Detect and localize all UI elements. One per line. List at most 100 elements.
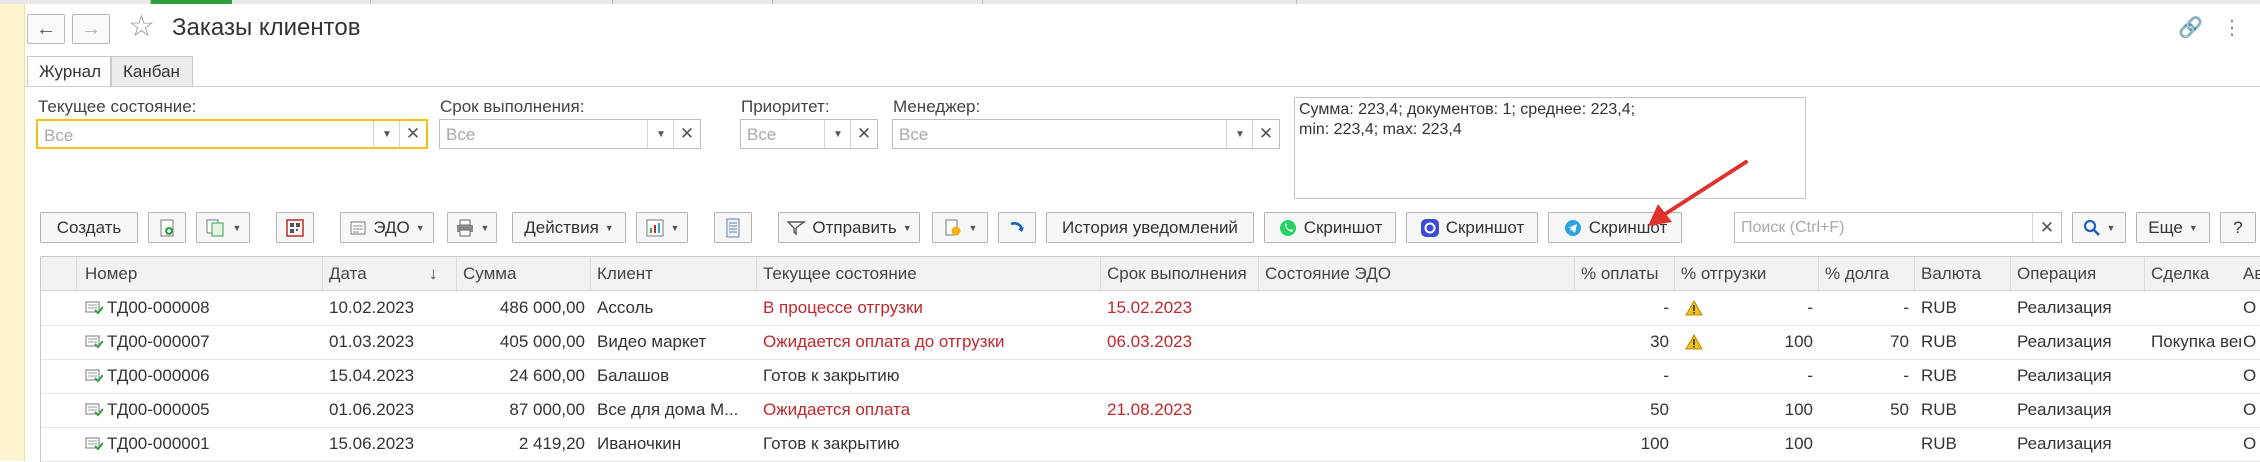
tab-kanban[interactable]: Канбан	[111, 56, 193, 87]
cell-deal	[2145, 393, 2241, 427]
chevron-down-icon: ▼	[902, 222, 912, 233]
table-row[interactable]: ТД00-000007 01.03.2023 405 000,00 Видео мар…	[41, 325, 2260, 360]
filter-deadline-combo[interactable]: Все ▼ ✕	[439, 119, 701, 149]
attachments-menu-button[interactable]: ▼	[932, 212, 988, 243]
filter-priority-placeholder: Все	[747, 125, 777, 144]
column-number[interactable]: Номер	[77, 257, 323, 290]
cell-ship: -	[1807, 366, 1813, 385]
cell-number: ТД00-000006	[107, 366, 210, 385]
cell-currency: RUB	[1921, 434, 1957, 453]
table-row[interactable]: ТД00-000006 15.04.2023 24 600,00 Балашов Гот…	[41, 359, 2260, 394]
cell-client: Балашов	[597, 366, 670, 385]
cell-deadline: 21.08.2023	[1107, 400, 1193, 419]
help-button[interactable]: ?	[2220, 212, 2256, 243]
clear-icon[interactable]: ✕	[2032, 213, 2061, 242]
chevron-down-icon[interactable]: ▼	[373, 121, 400, 147]
max-icon	[1420, 218, 1439, 237]
table-row[interactable]: ТД00-000005 01.06.2023 87 000,00 Все для до…	[41, 393, 2260, 428]
cell-operation: Реализация	[2017, 434, 2112, 453]
cell-state: Готов к закрытию	[763, 434, 900, 453]
cell-pay: -	[1663, 366, 1669, 385]
column-ship-pct[interactable]: % отгрузки	[1675, 257, 1819, 290]
filter-deadline-label: Срок выполнения:	[440, 97, 585, 116]
strip-separator	[150, 0, 151, 4]
tab-journal[interactable]: Журнал	[27, 56, 111, 87]
reports-menu-button[interactable]: ▼	[636, 212, 688, 243]
cell-operation: Реализация	[2017, 366, 2112, 385]
forward-button[interactable]: →	[72, 14, 110, 44]
edo-menu-button[interactable]: ЭДО ▼	[340, 212, 434, 243]
chevron-down-icon[interactable]: ▼	[1226, 120, 1253, 148]
more-menu-button[interactable]: Еще ▼	[2136, 212, 2210, 243]
column-client[interactable]: Клиент	[591, 257, 757, 290]
go-to-button[interactable]	[998, 212, 1036, 243]
column-pay-pct[interactable]: % оплаты	[1575, 257, 1675, 290]
link-icon[interactable]: 🔗	[2178, 15, 2203, 40]
page-title: Заказы клиентов	[172, 14, 361, 41]
screenshot-max-button[interactable]: Скриншот	[1406, 212, 1538, 243]
cell-client: Все для дома М...	[597, 400, 739, 419]
clear-icon[interactable]: ✕	[850, 120, 877, 148]
filter-manager-combo[interactable]: Все ▼ ✕	[892, 119, 1280, 149]
cell-deal: Покупка вен...	[2151, 332, 2241, 351]
chevron-down-icon[interactable]: ▼	[824, 120, 851, 148]
column-date[interactable]: Дата ↓	[323, 257, 457, 290]
filter-state-combo[interactable]: Все ▼ ✕	[36, 119, 428, 149]
cell-deal	[2145, 359, 2241, 393]
cell-date: 01.06.2023	[329, 400, 415, 419]
filter-priority-label: Приоритет:	[741, 97, 830, 116]
column-state[interactable]: Текущее состояние	[757, 257, 1101, 290]
filter-deadline-placeholder: Все	[446, 125, 476, 144]
cell-extra: О	[2243, 434, 2257, 453]
copy-menu-button[interactable]: ▼	[196, 212, 250, 243]
column-operation[interactable]: Операция	[2011, 257, 2145, 290]
table-row[interactable]: ТД00-000008 10.02.2023 486 000,00 Ассоль В п…	[41, 291, 2260, 326]
cell-debt: -	[1903, 366, 1909, 385]
structure-button[interactable]	[714, 212, 752, 243]
actions-menu-button[interactable]: Действия ▼	[512, 212, 626, 243]
copy-documents-icon	[206, 219, 224, 236]
clear-icon[interactable]: ✕	[673, 120, 700, 148]
qr-code-button[interactable]	[276, 212, 314, 243]
kebab-menu-icon[interactable]: ⋮	[2222, 15, 2242, 40]
create-button[interactable]: Создать	[40, 212, 138, 243]
print-menu-button[interactable]: ▼	[447, 212, 497, 243]
clear-icon[interactable]: ✕	[399, 121, 426, 147]
filter-priority-combo[interactable]: Все ▼ ✕	[740, 119, 878, 149]
cell-ship: 100	[1784, 400, 1813, 419]
screenshot-whatsapp-label: Скриншот	[1303, 217, 1383, 237]
search-icon	[2083, 219, 2100, 236]
cell-pay: 30	[1650, 332, 1669, 351]
chevron-down-icon: ▼	[670, 222, 680, 233]
column-debt-pct[interactable]: % долга	[1819, 257, 1915, 290]
column-currency[interactable]: Валюта	[1915, 257, 2011, 290]
report-chart-icon	[646, 219, 664, 236]
column-deadline[interactable]: Срок выполнения	[1101, 257, 1259, 290]
column-extra[interactable]: Ав	[2237, 257, 2260, 290]
clear-icon[interactable]: ✕	[1252, 120, 1279, 148]
strip-separator	[1296, 0, 1297, 4]
cell-deadline	[1101, 359, 1259, 393]
send-label: Отправить	[812, 217, 897, 237]
favorite-star-icon[interactable]: ☆	[128, 12, 155, 42]
cell-date: 15.04.2023	[329, 366, 415, 385]
column-sum[interactable]: Сумма	[457, 257, 591, 290]
back-button[interactable]: ←	[27, 14, 65, 44]
cell-sum: 2 419,20	[518, 434, 585, 453]
column-edo-state[interactable]: Состояние ЭДО	[1259, 257, 1575, 290]
send-menu-button[interactable]: Отправить ▼	[778, 212, 920, 243]
chevron-down-icon[interactable]: ▼	[647, 120, 674, 148]
cell-debt	[1819, 427, 1915, 461]
search-input[interactable]: Поиск (Ctrl+F) ✕	[1734, 212, 2062, 243]
create-based-on-button[interactable]	[148, 212, 186, 243]
cell-operation: Реализация	[2017, 298, 2112, 317]
table-row[interactable]: ТД00-000001 15.06.2023 2 419,20 Иваночкин Го…	[41, 427, 2260, 462]
redo-arrow-icon	[1010, 221, 1024, 232]
cell-currency: RUB	[1921, 366, 1957, 385]
edo-label: ЭДО	[373, 217, 410, 237]
search-menu-button[interactable]: ▼	[2072, 212, 2126, 243]
telegram-icon	[1564, 219, 1581, 236]
cell-client: Ассоль	[597, 298, 654, 317]
notification-history-button[interactable]: История уведомлений	[1046, 212, 1254, 243]
screenshot-whatsapp-button[interactable]: Скриншот	[1264, 212, 1396, 243]
